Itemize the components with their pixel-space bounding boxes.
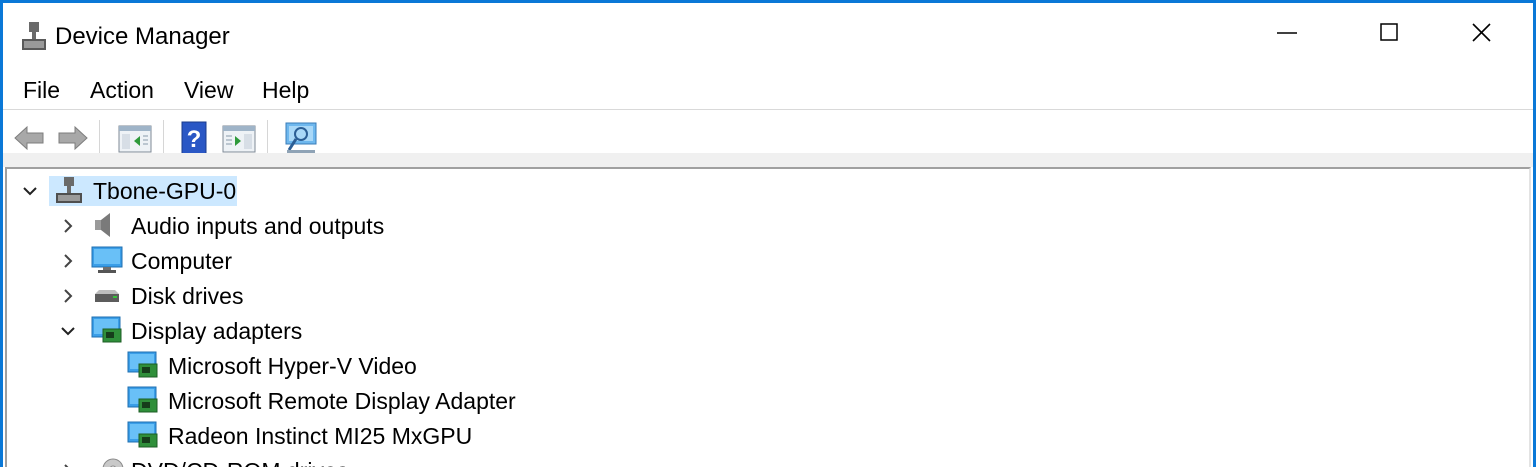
- chevron-right-icon[interactable]: [59, 217, 77, 235]
- toolbar-separator: [267, 120, 268, 156]
- device-manager-app-icon: [22, 22, 46, 50]
- monitor-icon: [91, 246, 123, 273]
- display-adapter-icon: [127, 421, 158, 448]
- menu-help[interactable]: Help: [262, 77, 309, 104]
- maximize-button[interactable]: [1345, 3, 1437, 65]
- close-button[interactable]: [1437, 3, 1529, 65]
- device-tree[interactable]: Tbone-GPU-0 Audio inputs and outputs Com…: [5, 167, 1531, 467]
- tree-root-label: Tbone-GPU-0: [93, 178, 237, 204]
- tree-item-audio[interactable]: Audio inputs and outputs: [7, 210, 507, 242]
- tree-item-computer[interactable]: Computer: [7, 245, 507, 277]
- chevron-right-icon[interactable]: [59, 462, 77, 467]
- chevron-right-icon[interactable]: [59, 252, 77, 270]
- chevron-down-icon[interactable]: [21, 182, 39, 200]
- toolbar-separator: [99, 120, 100, 156]
- menu-view[interactable]: View: [184, 77, 233, 104]
- maximize-icon: [1380, 23, 1398, 41]
- device-label: Microsoft Remote Display Adapter: [168, 388, 516, 414]
- disk-drive-icon: [95, 290, 119, 302]
- display-adapter-icon: [91, 316, 122, 343]
- show-hide-console-tree-icon[interactable]: [117, 120, 153, 156]
- tree-item-device[interactable]: Microsoft Hyper-V Video: [7, 350, 607, 382]
- device-label: Radeon Instinct MI25 MxGPU: [168, 423, 473, 449]
- display-adapter-icon: [127, 386, 158, 413]
- minimize-icon: [1277, 32, 1297, 34]
- tree-root-node[interactable]: Tbone-GPU-0: [7, 175, 307, 207]
- optical-drive-icon: [102, 458, 124, 467]
- tree-item-display-adapters[interactable]: Display adapters: [7, 315, 507, 347]
- chevron-right-icon[interactable]: [59, 287, 77, 305]
- action-pane-icon[interactable]: [221, 120, 257, 156]
- menu-bar: File Action View Help: [3, 65, 1533, 110]
- category-label: DVD/CD-ROM drives: [131, 458, 348, 467]
- device-label: Microsoft Hyper-V Video: [168, 353, 417, 379]
- computer-root-icon: [56, 177, 82, 203]
- tree-item-device[interactable]: Radeon Instinct MI25 MxGPU: [7, 420, 607, 452]
- toolbar-footer-strip: [3, 153, 1533, 167]
- menu-action[interactable]: Action: [90, 77, 154, 104]
- minimize-button[interactable]: [1243, 3, 1335, 65]
- window-title: Device Manager: [55, 23, 230, 50]
- tree-item-dvd-cdrom[interactable]: DVD/CD-ROM drives: [7, 455, 507, 467]
- speaker-icon: [95, 213, 110, 237]
- menu-file[interactable]: File: [23, 77, 60, 104]
- category-label: Disk drives: [131, 283, 244, 309]
- forward-icon[interactable]: [55, 120, 91, 156]
- category-label: Audio inputs and outputs: [131, 213, 385, 239]
- back-icon[interactable]: [11, 120, 47, 156]
- toolbar-separator: [163, 120, 164, 156]
- tree-item-disk-drives[interactable]: Disk drives: [7, 280, 507, 312]
- device-manager-window: Device Manager File Action View Help ? T…: [3, 3, 1533, 467]
- display-adapter-icon: [127, 351, 158, 378]
- title-bar[interactable]: Device Manager: [3, 3, 1533, 65]
- chevron-down-icon[interactable]: [59, 322, 77, 340]
- close-icon: [1472, 23, 1491, 42]
- category-label: Display adapters: [131, 318, 303, 344]
- tree-item-device[interactable]: Microsoft Remote Display Adapter: [7, 385, 607, 417]
- help-icon[interactable]: ?: [177, 120, 213, 156]
- svg-text:?: ?: [187, 126, 202, 153]
- category-label: Computer: [131, 248, 232, 274]
- scan-hardware-icon[interactable]: [283, 120, 319, 156]
